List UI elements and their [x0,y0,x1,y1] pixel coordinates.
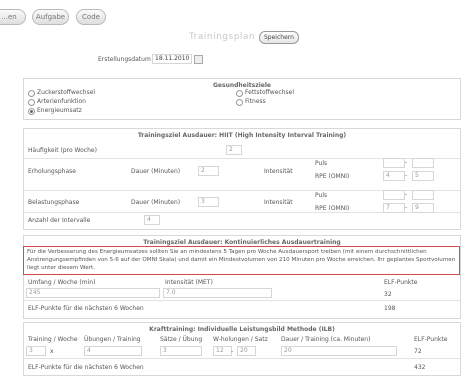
toolbar-button-1[interactable]: ...en [0,9,26,25]
load-puls-min[interactable] [383,190,405,200]
load-rpe-min[interactable]: 7 [383,203,405,213]
dash: - [231,348,234,355]
dash: - [405,191,408,198]
training-per-week-input[interactable]: 3 [26,346,46,356]
recovery-puls-max[interactable] [412,158,434,168]
strength-elf-value: 72 [414,348,422,355]
rpe-label: RPE (OMNI) [315,173,350,180]
strength-col-training: Training / Woche [28,336,78,343]
elf-six-weeks-value: 198 [384,305,396,312]
intensity-label: Intensität [264,168,293,175]
recovery-duration-input[interactable]: 2 [198,166,219,176]
radio-arterienfunktion[interactable] [28,99,35,106]
radio-fettstoffwechsel[interactable] [236,90,243,97]
puls-label: Puls [315,192,328,199]
strength-col-sets: Sätze / Übung [160,336,203,343]
intensity-column-header: Intensität (MET) [165,279,213,286]
frequency-label: Häufigkeit (pro Woche) [28,147,97,154]
puls-label: Puls [315,160,328,167]
radio-fitness[interactable] [236,99,243,106]
strength-col-duration: Dauer / Training (ca. Minuten) [281,336,371,343]
duration-input[interactable]: 20 [281,346,397,356]
strength-col-exercises: Übungen / Training [84,336,141,343]
duration-label: Dauer (Minuten) [131,168,181,175]
frequency-input[interactable]: 2 [226,145,242,155]
endurance-header: Trainingsziel Ausdauer: Kontinuierliches… [143,239,341,246]
elf-value: 32 [384,291,392,298]
intervals-input[interactable]: 4 [144,215,160,225]
task-button[interactable]: Aufgabe [32,9,69,25]
date-label: Erstellungsdatum : [98,56,155,63]
dash: - [405,204,408,211]
strength-col-reps: W-holungen / Satz [213,336,268,343]
health-goals-section: Gesundheitsziele [23,78,461,120]
dash: - [405,172,408,179]
goal-label: Zuckerstoffwechsel [37,89,96,96]
elf-six-weeks-label: ELF-Punkte für die nächsten 6 Wochen [28,305,144,312]
radio-zuckerstoffwechsel[interactable] [28,90,35,97]
load-puls-max[interactable] [412,190,434,200]
recovery-rpe-max[interactable]: 5 [412,171,434,181]
goal-label: Energieumsatz [37,107,82,114]
elf-column-header: ELF-Punkte [384,279,418,286]
radio-energieumsatz[interactable] [28,108,35,115]
load-label: Belastungsphase [28,199,80,206]
strength-col-elf: ELF-Punkte [414,336,448,343]
code-button[interactable]: Code [76,9,106,25]
recovery-puls-min[interactable] [383,158,405,168]
duration-label: Dauer (Minuten) [131,199,181,206]
rpe-label: RPE (OMNI) [315,205,350,212]
recovery-rpe-min[interactable]: 4 [383,171,405,181]
goal-label: Fettstoffwechsel [245,89,294,96]
dash: - [405,159,408,166]
exercises-input[interactable]: 4 [84,346,142,356]
strength-six-weeks-label: ELF-Punkte für die nächsten 6 Wochen [28,364,144,371]
load-duration-input[interactable]: 3 [198,197,219,207]
volume-input[interactable]: 245 [26,288,160,298]
calendar-icon[interactable] [194,55,203,64]
goal-label: Arterienfunktion [37,98,86,105]
save-button[interactable]: Speichern [259,31,299,44]
reps-max-input[interactable]: 20 [237,346,256,356]
times-sign: x [50,348,54,355]
load-rpe-max[interactable]: 9 [412,203,434,213]
reps-min-input[interactable]: 12 [213,346,232,356]
date-input[interactable]: 18.11.2010 [152,54,192,64]
sets-input[interactable]: 3 [160,346,202,356]
volume-column-header: Umfang / Woche (min) [28,279,96,286]
recovery-label: Erholungsphase [28,168,76,175]
intervals-label: Anzahl der Intervalle [28,217,91,224]
endurance-warning-note: Für die Verbesserung des Energieumsatzes… [23,246,460,275]
health-goals-header: Gesundheitsziele [213,82,271,89]
strength-header: Krafttraining: Individuelle Leistungsbil… [149,326,335,333]
strength-six-weeks-value: 432 [414,364,426,371]
goal-label: Fitness [245,98,266,105]
intensity-label: Intensität [264,199,293,206]
page-title: Trainingsplan [189,32,256,42]
hiit-header: Trainingsziel Ausdauer: HIIT (High Inten… [137,132,347,139]
intensity-input[interactable]: 7.0 [163,288,272,298]
